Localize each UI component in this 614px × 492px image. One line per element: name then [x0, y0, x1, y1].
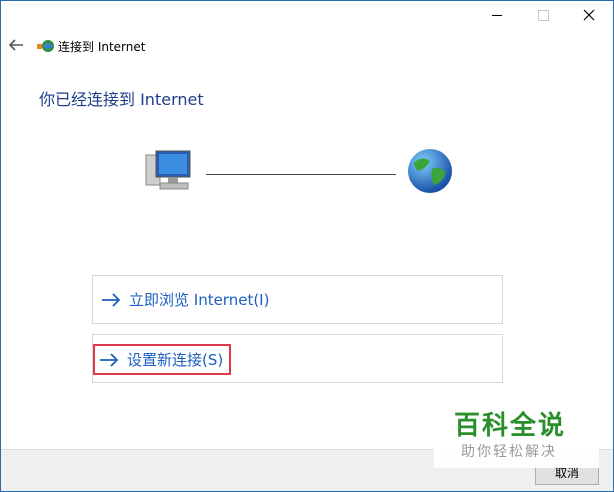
- arrow-right-icon: [102, 292, 121, 307]
- computer-icon: [145, 150, 191, 190]
- minimize-icon: [492, 14, 502, 16]
- browse-internet-option[interactable]: 立即浏览 Internet(I): [92, 275, 503, 324]
- globe-icon: [408, 149, 452, 193]
- setup-new-connection-option[interactable]: 设置新连接(S): [92, 334, 503, 383]
- close-button[interactable]: [566, 0, 612, 30]
- close-icon: [583, 9, 595, 21]
- connection-line: [206, 174, 396, 175]
- maximize-button[interactable]: [520, 0, 566, 30]
- back-arrow-icon[interactable]: [7, 36, 25, 54]
- option-content: 立即浏览 Internet(I): [97, 286, 275, 313]
- watermark-title: 百科全说: [454, 411, 567, 441]
- page-title: 你已经连接到 Internet: [39, 90, 204, 109]
- option-content: 设置新连接(S): [93, 344, 232, 375]
- watermark-subtitle: 助你轻松解决: [461, 444, 557, 460]
- network-connection-icon: [37, 40, 54, 52]
- window-title: 连接到 Internet: [58, 40, 146, 54]
- option-label: 设置新连接(S): [127, 351, 224, 369]
- minimize-button[interactable]: [474, 0, 520, 30]
- maximize-icon: [537, 9, 549, 21]
- option-label: 立即浏览 Internet(I): [129, 291, 270, 309]
- arrow-right-icon: [100, 352, 119, 367]
